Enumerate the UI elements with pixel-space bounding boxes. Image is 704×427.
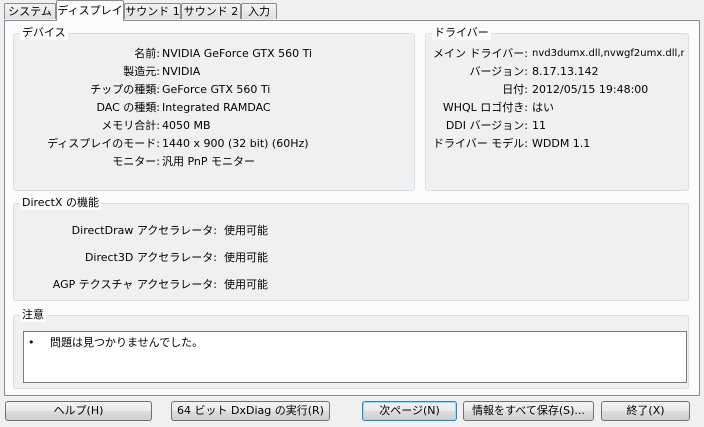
dac-type-value: Integrated RAMDAC (162, 101, 271, 114)
manufacturer-label: 製造元: (123, 65, 160, 78)
bullet-icon: • (28, 336, 35, 349)
notes-group-title: 注意 (20, 308, 46, 322)
chip-type-value: GeForce GTX 560 Ti (162, 83, 271, 96)
tab-input[interactable]: 入力 (241, 3, 277, 19)
notes-text: 問題は見つかりませんでした。 (50, 336, 204, 349)
ddi-version-value: 11 (532, 119, 546, 132)
direct3d-row: Direct3D アクセラレータ: (5, 250, 217, 266)
whql-label: WHQL ロゴ付き: (442, 101, 528, 114)
device-name-row: 名前: (5, 46, 160, 62)
driver-date-value: 2012/05/15 19:48:00 (532, 83, 649, 96)
direct3d-value: 使用可能 (224, 251, 268, 264)
run-64bit-dxdiag-button[interactable]: 64 ビット DxDiag の実行(R) (171, 401, 330, 421)
tab-sound-1[interactable]: サウンド 1 (124, 3, 181, 19)
direct3d-label: Direct3D アクセラレータ: (84, 251, 217, 264)
chip-type-row: チップの種類: (5, 82, 160, 98)
driver-group-title: ドライバー (432, 26, 491, 40)
directx-features-title: DirectX の機能 (20, 196, 101, 210)
total-memory-label: メモリ合計: (101, 119, 160, 132)
chip-type-label: チップの種類: (90, 83, 160, 96)
exit-button[interactable]: 終了(X) (601, 401, 690, 421)
notes-textbox[interactable]: • 問題は見つかりませんでした。 (23, 331, 687, 383)
agp-texture-row: AGP テクスチャ アクセラレータ: (5, 277, 217, 293)
dac-type-row: DAC の種類: (5, 100, 161, 116)
tab-system[interactable]: システム (4, 3, 56, 19)
main-driver-row: メイン ドライバー: (425, 46, 528, 62)
device-group-title: デバイス (20, 26, 68, 40)
device-name-label: 名前: (134, 47, 160, 60)
directdraw-label: DirectDraw アクセラレータ: (71, 224, 217, 237)
driver-date-label: 日付: (502, 83, 528, 96)
monitor-value: 汎用 PnP モニター (162, 155, 256, 168)
monitor-label: モニター: (112, 155, 160, 168)
dac-type-label: DAC の種類: (96, 101, 161, 114)
agp-texture-label: AGP テクスチャ アクセラレータ: (52, 278, 217, 291)
display-mode-row: ディスプレイのモード: (5, 136, 160, 152)
device-name-value: NVIDIA GeForce GTX 560 Ti (162, 47, 313, 60)
display-mode-value: 1440 x 900 (32 bit) (60Hz) (162, 137, 309, 150)
help-button[interactable]: ヘルプ(H) (5, 401, 152, 421)
tab-sound-2[interactable]: サウンド 2 (181, 3, 241, 19)
total-memory-row: メモリ合計: (5, 118, 160, 134)
display-tab-panel: デバイス 名前: NVIDIA GeForce GTX 560 Ti 製造元: … (4, 20, 700, 396)
main-driver-label: メイン ドライバー: (433, 47, 528, 60)
ddi-version-row: DDI バージョン: (425, 118, 528, 134)
monitor-row: モニター: (5, 154, 160, 170)
save-all-information-button[interactable]: 情報をすべて保存(S)... (463, 401, 594, 421)
whql-value: はい (532, 101, 554, 114)
manufacturer-value: NVIDIA (162, 65, 201, 78)
tab-display[interactable]: ディスプレイ (56, 0, 124, 21)
display-mode-label: ディスプレイのモード: (47, 137, 160, 150)
directdraw-value: 使用可能 (224, 224, 268, 237)
driver-version-label: バージョン: (469, 65, 529, 78)
total-memory-value: 4050 MB (162, 119, 211, 132)
driver-version-row: バージョン: (425, 64, 529, 80)
manufacturer-row: 製造元: (5, 64, 160, 80)
driver-model-label: ドライバー モデル: (433, 137, 528, 150)
driver-model-row: ドライバー モデル: (425, 136, 528, 152)
next-page-button[interactable]: 次ページ(N) (362, 401, 457, 421)
driver-version-value: 8.17.13.142 (532, 65, 599, 78)
agp-texture-value: 使用可能 (224, 278, 268, 291)
main-driver-value: nvd3dumx.dll,nvwgf2umx.dll,n (532, 48, 684, 59)
notes-item: • 問題は見つかりませんでした。 (28, 336, 203, 350)
whql-row: WHQL ロゴ付き: (425, 100, 528, 116)
driver-model-value: WDDM 1.1 (532, 137, 591, 150)
ddi-version-label: DDI バージョン: (445, 119, 528, 132)
directdraw-row: DirectDraw アクセラレータ: (5, 223, 217, 239)
driver-date-row: 日付: (425, 82, 528, 98)
